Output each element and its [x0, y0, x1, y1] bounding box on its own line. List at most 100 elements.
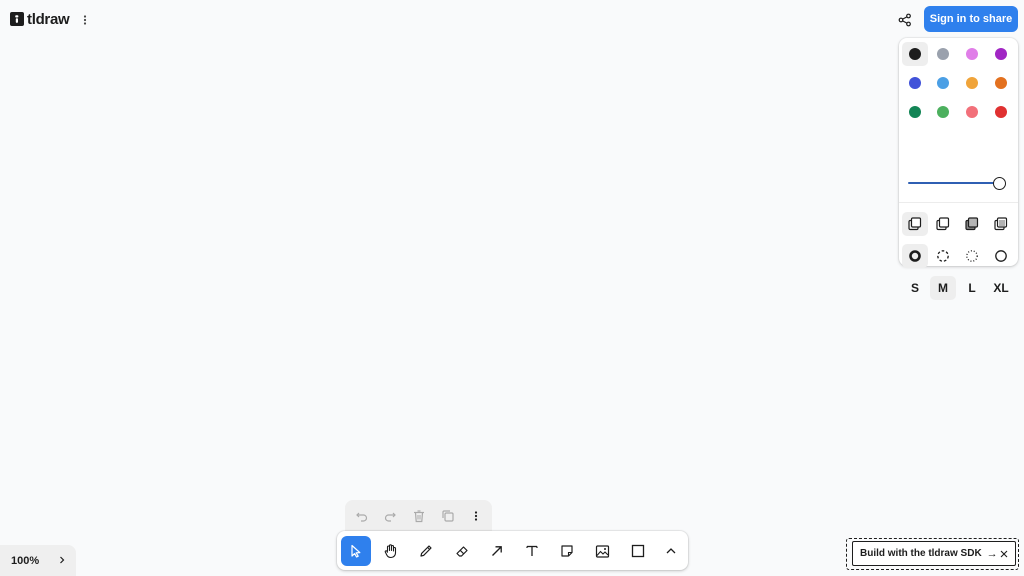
color-swatch-green[interactable] — [902, 100, 928, 124]
fill-pattern-icon — [994, 217, 1008, 231]
more-tools-toggle[interactable] — [656, 536, 686, 566]
draw-tool[interactable] — [411, 536, 441, 566]
duplicate-icon — [442, 510, 454, 522]
dash-draw-button[interactable] — [902, 244, 928, 268]
color-swatch-yellow[interactable] — [959, 71, 985, 95]
more-icon — [474, 511, 478, 521]
dash-dotted-icon — [966, 250, 978, 262]
fill-none-button[interactable] — [902, 212, 928, 236]
media-tool[interactable] — [587, 536, 617, 566]
main-menu-button[interactable] — [78, 12, 92, 28]
color-swatch-black[interactable] — [902, 42, 928, 66]
zoom-level: 100% — [11, 554, 40, 567]
quick-actions-bar — [345, 500, 492, 532]
dash-dashed-icon — [937, 250, 949, 262]
color-swatch-grey[interactable] — [930, 42, 956, 66]
arrow-right-icon: → — [986, 547, 998, 560]
color-dot — [937, 77, 949, 89]
size-s-label: S — [910, 281, 919, 295]
sdk-banner: Build with the tldraw SDK → — [846, 538, 1019, 570]
chevron-up-icon — [666, 548, 676, 554]
share-button[interactable] — [894, 9, 916, 31]
size-l-label: L — [968, 281, 976, 295]
text-icon — [526, 545, 538, 556]
close-icon — [1000, 550, 1008, 558]
style-panel: S M L XL — [899, 38, 1018, 300]
share-nodes-icon — [898, 13, 911, 27]
color-dot — [937, 106, 949, 118]
fill-none-icon — [908, 217, 922, 231]
image-icon — [595, 544, 609, 558]
color-dot — [909, 106, 921, 118]
note-tool[interactable] — [552, 536, 582, 566]
size-s-button[interactable]: S — [902, 276, 928, 300]
main-toolbar — [337, 531, 688, 570]
panel-divider — [899, 202, 1018, 203]
fill-solid-button[interactable] — [959, 212, 985, 236]
color-dot — [995, 106, 1007, 118]
redo-button[interactable] — [382, 508, 398, 524]
color-swatch-red[interactable] — [988, 100, 1014, 124]
close-sdk-banner-button[interactable] — [998, 548, 1010, 560]
eraser-tool[interactable] — [447, 536, 477, 566]
color-swatch-blue[interactable] — [902, 71, 928, 95]
select-tool[interactable] — [341, 536, 371, 566]
color-swatch-orange[interactable] — [988, 71, 1014, 95]
pencil-icon — [420, 545, 432, 557]
dash-draw-icon — [909, 250, 921, 262]
color-dot — [966, 77, 978, 89]
more-actions-button[interactable] — [468, 508, 484, 524]
color-swatch-light-green[interactable] — [930, 100, 956, 124]
arrow-icon — [492, 546, 502, 556]
size-xl-label: XL — [993, 281, 1009, 295]
fill-pattern-button[interactable] — [988, 212, 1014, 236]
tldraw-logo-icon — [10, 12, 24, 26]
chevron-right-icon — [56, 554, 68, 566]
zoom-menu-button[interactable]: 100% — [0, 545, 76, 576]
color-dot — [966, 106, 978, 118]
undo-icon — [356, 512, 368, 522]
fill-semi-icon — [936, 217, 950, 231]
color-dot — [909, 48, 921, 60]
cursor-icon — [351, 544, 361, 558]
opacity-slider-track[interactable] — [908, 182, 998, 184]
size-m-label: M — [938, 281, 948, 295]
eraser-icon — [455, 545, 468, 557]
duplicate-button[interactable] — [440, 508, 456, 524]
dash-dashed-button[interactable] — [930, 244, 956, 268]
size-l-button[interactable]: L — [959, 276, 985, 300]
size-xl-button[interactable]: XL — [988, 276, 1014, 300]
undo-button[interactable] — [354, 508, 370, 524]
dots-vertical-icon — [83, 15, 87, 25]
color-dot — [909, 77, 921, 89]
color-swatch-light-blue[interactable] — [930, 71, 956, 95]
fill-semi-button[interactable] — [930, 212, 956, 236]
dash-dotted-button[interactable] — [959, 244, 985, 268]
color-swatch-light-red[interactable] — [959, 100, 985, 124]
dash-solid-icon — [995, 250, 1007, 262]
sticky-note-icon — [561, 545, 573, 557]
sign-in-to-share-button[interactable]: Sign in to share — [924, 6, 1018, 32]
arrow-tool[interactable] — [482, 536, 512, 566]
sdk-banner-text: Build with the tldraw SDK — [860, 548, 982, 559]
opacity-slider-thumb[interactable] — [993, 177, 1006, 190]
color-dot — [937, 48, 949, 60]
hand-icon — [384, 544, 397, 559]
color-swatch-violet[interactable] — [988, 42, 1014, 66]
hand-tool[interactable] — [376, 536, 406, 566]
rectangle-tool[interactable] — [623, 536, 653, 566]
color-dot — [995, 48, 1007, 60]
redo-icon — [384, 512, 396, 522]
color-swatch-light-violet[interactable] — [959, 42, 985, 66]
app-logo: tldraw — [10, 10, 70, 28]
fill-solid-icon — [965, 217, 979, 231]
text-tool[interactable] — [517, 536, 547, 566]
logo-text: tldraw — [27, 10, 70, 28]
sdk-link[interactable]: Build with the tldraw SDK → — [852, 541, 1016, 566]
rectangle-icon — [631, 544, 645, 558]
delete-button[interactable] — [411, 508, 427, 524]
color-dot — [966, 48, 978, 60]
size-m-button[interactable]: M — [930, 276, 956, 300]
trash-icon — [414, 510, 424, 523]
dash-solid-button[interactable] — [988, 244, 1014, 268]
